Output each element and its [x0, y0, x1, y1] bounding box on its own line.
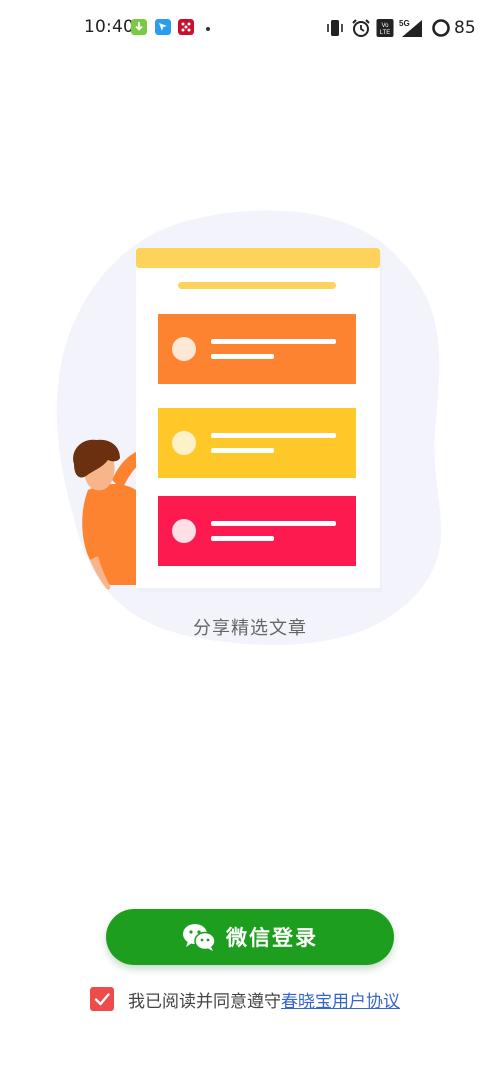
svg-text:Vo: Vo	[381, 23, 389, 29]
agreement-row: 我已阅读并同意遵守 春晓宝用户协议	[90, 985, 400, 1013]
battery-ring-icon	[432, 19, 450, 37]
wechat-icon	[183, 924, 216, 951]
signal-5g-icon: 5G	[399, 19, 422, 37]
board-header	[136, 248, 380, 268]
wechat-login-button[interactable]: 微信登录	[106, 909, 394, 965]
person-body	[82, 484, 136, 585]
article-card-avatar	[172, 519, 196, 543]
battery-level: 85	[454, 18, 476, 38]
share-articles-illustration	[56, 210, 442, 645]
download-notification-icon	[131, 19, 147, 35]
agreement-checkbox[interactable]	[90, 987, 114, 1011]
svg-text:LTE: LTE	[380, 30, 391, 36]
article-card-avatar	[172, 337, 196, 361]
agreement-text: 我已阅读并同意遵守	[128, 991, 281, 1012]
status-time: 10:40	[84, 17, 134, 37]
share-articles-caption: 分享精选文章	[193, 618, 307, 639]
article-card-avatar	[172, 431, 196, 455]
more-notifications-dot	[206, 27, 210, 31]
status-bar: 10:40 Vo LTE 5G 85	[0, 0, 500, 56]
alarm-icon	[352, 19, 370, 37]
vibrate-icon	[327, 20, 343, 36]
app-notification-icon	[155, 19, 171, 35]
svg-text:5G: 5G	[399, 19, 410, 28]
checkmark-icon	[94, 993, 110, 1006]
board-title-line	[178, 282, 336, 289]
user-agreement-link[interactable]: 春晓宝用户协议	[281, 987, 400, 1012]
volte-icon: Vo LTE	[376, 19, 394, 37]
wechat-login-label: 微信登录	[226, 926, 318, 950]
game-notification-icon	[178, 19, 194, 35]
